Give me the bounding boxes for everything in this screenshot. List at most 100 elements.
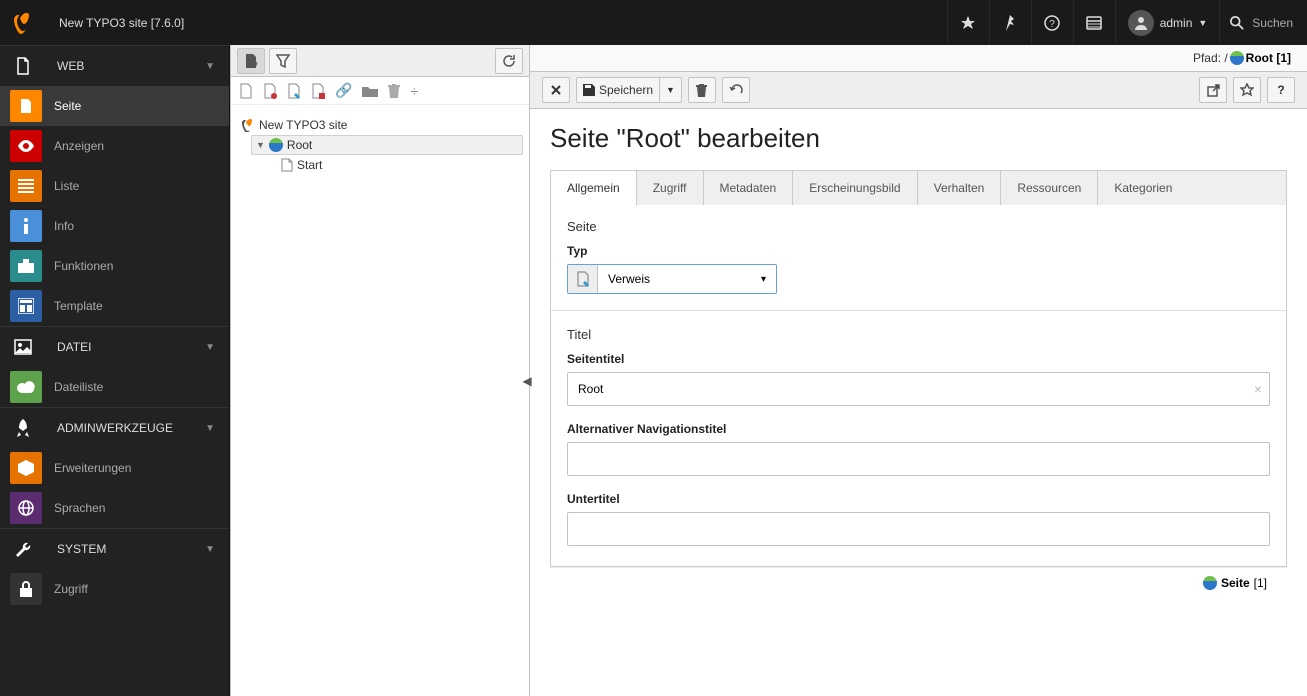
sidebar-item-funktionen[interactable]: Funktionen <box>0 246 229 286</box>
chevron-down-icon: ▾ <box>761 274 766 285</box>
content-pane: ◀ Pfad: / Root [1] Speichern ▼ <box>530 45 1307 696</box>
svg-text:?: ? <box>1049 19 1055 30</box>
chevron-down-icon: ▼ <box>1198 18 1207 28</box>
search-button[interactable]: Suchen <box>1219 0 1307 45</box>
globe-icon <box>1203 576 1217 590</box>
module-sidebar: WEB ▼ Seite Anzeigen Liste Info Funktion… <box>0 45 230 696</box>
splitter-handle[interactable]: ◀ <box>522 371 532 391</box>
new-notfound-icon[interactable] <box>311 83 325 99</box>
open-new-window-button[interactable] <box>1199 77 1227 103</box>
new-page-drag-button[interactable]: + <box>237 48 265 74</box>
tab-metadaten[interactable]: Metadaten <box>704 171 794 205</box>
globe-icon <box>10 492 42 524</box>
label-pagetitle: Seitentitel <box>567 352 1270 366</box>
undo-button[interactable] <box>722 77 750 103</box>
tab-panel: Seite Typ Verweis ▾ Titel Seitentitel <box>550 205 1287 567</box>
sidebar-item-dateiliste[interactable]: Dateiliste <box>0 367 229 407</box>
list-icon <box>10 170 42 202</box>
page-tree: New TYPO3 site ▼ Root Start <box>231 105 529 696</box>
tree-node-root[interactable]: ▼ Root <box>251 135 523 155</box>
label-navtitle: Alternativer Navigationstitel <box>567 422 1270 436</box>
section-page-label: Seite <box>567 219 1270 234</box>
clear-input-button[interactable]: × <box>1254 381 1262 397</box>
globe-icon <box>269 138 283 152</box>
page-icon <box>10 90 42 122</box>
filter-button[interactable] <box>269 48 297 74</box>
eye-icon <box>10 130 42 162</box>
search-icon <box>1230 16 1244 30</box>
lock-icon <box>10 573 42 605</box>
collapse-icon[interactable]: ▼ <box>256 140 265 150</box>
chevron-down-icon: ▼ <box>205 423 215 434</box>
new-page-hide-icon[interactable] <box>263 83 277 99</box>
module-group-system[interactable]: SYSTEM ▼ <box>0 529 229 569</box>
avatar-icon <box>1128 10 1154 36</box>
application-info-button[interactable] <box>1073 0 1115 45</box>
new-page-icon[interactable] <box>239 83 253 99</box>
module-group-datei[interactable]: DATEI ▼ <box>0 327 229 367</box>
delete-button[interactable] <box>688 77 716 103</box>
site-title: New TYPO3 site [7.6.0] <box>45 16 198 30</box>
toolbox-icon <box>10 250 42 282</box>
divider-icon[interactable]: ÷ <box>410 83 418 99</box>
type-select[interactable]: Verweis ▾ <box>567 264 777 294</box>
rocket-icon <box>0 419 45 437</box>
tree-root-node[interactable]: New TYPO3 site <box>237 115 523 135</box>
module-group-adminwerkzeuge[interactable]: ADMINWERKZEUGE ▼ <box>0 408 229 448</box>
bookmark-page-button[interactable] <box>1233 77 1261 103</box>
tab-kategorien[interactable]: Kategorien <box>1098 171 1188 205</box>
save-icon <box>583 84 595 96</box>
template-icon <box>10 290 42 322</box>
tab-verhalten[interactable]: Verhalten <box>918 171 1002 205</box>
help-button[interactable]: ? <box>1031 0 1073 45</box>
input-subtitle[interactable] <box>567 512 1270 546</box>
path-bar: Pfad: / Root [1] <box>530 45 1307 71</box>
close-button[interactable] <box>542 77 570 103</box>
tab-zugriff[interactable]: Zugriff <box>637 171 704 205</box>
section-title-label: Titel <box>567 327 1270 342</box>
sidebar-item-info[interactable]: Info <box>0 206 229 246</box>
sidebar-item-seite[interactable]: Seite <box>0 86 229 126</box>
refresh-tree-button[interactable] <box>495 48 523 74</box>
sidebar-item-anzeigen[interactable]: Anzeigen <box>0 126 229 166</box>
help-context-button[interactable]: ? <box>1267 77 1295 103</box>
tabs: Allgemein Zugriff Metadaten Erscheinungs… <box>550 170 1287 205</box>
wrench-icon <box>0 541 45 557</box>
label-subtitle: Untertitel <box>567 492 1270 506</box>
input-pagetitle[interactable] <box>567 372 1270 406</box>
sidebar-item-zugriff[interactable]: Zugriff <box>0 569 229 609</box>
tree-node-start[interactable]: Start <box>277 155 523 175</box>
sidebar-item-erweiterungen[interactable]: Erweiterungen <box>0 448 229 488</box>
page-tree-pane: + 🔗 ÷ New TYPO3 site ▼ <box>230 45 530 696</box>
user-menu[interactable]: admin ▼ <box>1115 0 1220 45</box>
image-icon <box>0 339 45 355</box>
new-shortcut-icon[interactable] <box>287 83 301 99</box>
page-heading: Seite "Root" bearbeiten <box>550 123 1287 154</box>
input-navtitle[interactable] <box>567 442 1270 476</box>
content-toolbar: Speichern ▼ ? <box>530 71 1307 109</box>
svg-text:+: + <box>254 59 258 68</box>
user-label: admin <box>1160 16 1193 30</box>
tab-allgemein[interactable]: Allgemein <box>551 171 637 205</box>
tree-toolbar: + <box>231 45 529 77</box>
tab-erscheinungsbild[interactable]: Erscheinungsbild <box>793 171 917 205</box>
sidebar-item-liste[interactable]: Liste <box>0 166 229 206</box>
typo3-logo-icon[interactable] <box>0 0 45 45</box>
bookmark-button[interactable] <box>947 0 989 45</box>
delete-icon[interactable] <box>388 84 400 98</box>
globe-icon <box>1230 51 1244 65</box>
save-button[interactable]: Speichern <box>576 77 660 103</box>
new-link-icon[interactable]: 🔗 <box>335 82 352 99</box>
module-group-web[interactable]: WEB ▼ <box>0 46 229 86</box>
label-type: Typ <box>567 244 1270 258</box>
sidebar-item-template[interactable]: Template <box>0 286 229 326</box>
save-dropdown-button[interactable]: ▼ <box>660 77 682 103</box>
package-icon <box>10 452 42 484</box>
cache-button[interactable] <box>989 0 1031 45</box>
new-folder-icon[interactable] <box>362 85 378 97</box>
shortcut-type-icon <box>568 265 598 293</box>
tab-ressourcen[interactable]: Ressourcen <box>1001 171 1098 205</box>
cloud-icon <box>10 371 42 403</box>
typo3-icon <box>241 118 255 132</box>
sidebar-item-sprachen[interactable]: Sprachen <box>0 488 229 528</box>
